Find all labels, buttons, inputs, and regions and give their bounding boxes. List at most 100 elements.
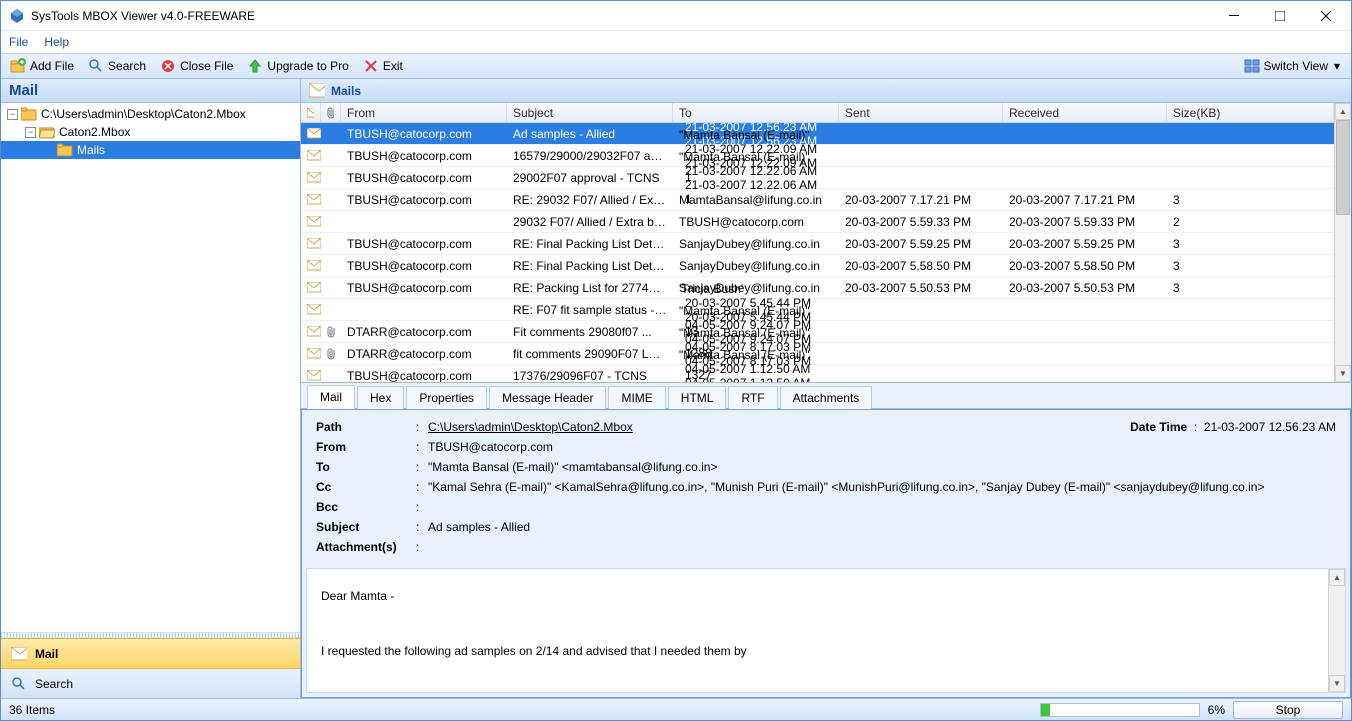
from-value: TBUSH@catocorp.com <box>428 440 1336 454</box>
col-received[interactable]: Received <box>1003 103 1167 122</box>
col-size[interactable]: Size(KB) <box>1167 103 1334 122</box>
cell-sent: 20-03-2007 5.59.33 PM <box>839 215 1003 229</box>
search-button[interactable]: Search <box>83 56 151 76</box>
table-row[interactable]: 29032 F07/ Allied / Extra butt...TBUSH@c… <box>301 211 1334 233</box>
main-header: Mails <box>301 79 1351 103</box>
col-sent[interactable]: Sent <box>839 103 1003 122</box>
attach-label: Attachment(s) <box>316 540 416 554</box>
app-icon <box>9 8 25 24</box>
to-value: "Mamta Bansal (E-mail)" <mamtabansal@lif… <box>428 460 1336 474</box>
mail-body: Dear Mamta - I requested the following a… <box>307 569 1328 692</box>
tab-html[interactable]: HTML <box>668 386 727 409</box>
cell-received: 20-03-2007 5.59.33 PM <box>1003 215 1167 229</box>
tab-properties[interactable]: Properties <box>406 386 487 409</box>
tab-message-header[interactable]: Message Header <box>489 386 606 409</box>
cell-received: 21-03-2007 12.22.06 AM <box>679 178 839 192</box>
grid-scrollbar[interactable]: ▲ ▼ <box>1334 103 1351 382</box>
body-scrollbar[interactable]: ▲ ▼ <box>1328 569 1345 692</box>
cell-to: SanjayDubey@lifung.co.in <box>673 259 839 273</box>
attach-value <box>428 540 1336 554</box>
switch-view-button[interactable]: Switch View▾ <box>1239 56 1347 76</box>
nav-mail[interactable]: Mail <box>1 638 300 668</box>
cell-received: 20-03-2007 5.50.53 PM <box>1003 281 1167 295</box>
tab-rtf[interactable]: RTF <box>728 386 777 409</box>
progress-bar <box>1040 703 1200 717</box>
menu-help[interactable]: Help <box>44 35 69 49</box>
detail-datetime: Date Time : 21-03-2007 12.56.23 AM <box>1130 420 1336 434</box>
table-row[interactable]: TBUSH@catocorp.comRE: Final Packing List… <box>301 255 1334 277</box>
cell-subject: RE: Final Packing List Detail f... <box>507 259 673 273</box>
cell-subject: Fit comments 29080f07 ... <box>507 325 673 339</box>
tab-mime[interactable]: MIME <box>608 386 665 409</box>
mail-icon <box>301 238 321 249</box>
menu-file[interactable]: File <box>9 35 28 49</box>
switch-view-icon <box>1244 58 1260 74</box>
subject-label: Subject <box>316 520 416 534</box>
folder-tree[interactable]: − C:\Users\admin\Desktop\Caton2.Mbox − C… <box>1 103 300 632</box>
cell-received: 20-03-2007 5.58.50 PM <box>1003 259 1167 273</box>
close-file-button[interactable]: Close File <box>155 56 238 76</box>
upgrade-button[interactable]: Upgrade to Pro <box>242 56 353 76</box>
tree-mails[interactable]: Mails <box>1 141 300 159</box>
cell-sent: 04-05-2007 1.12.50 AM <box>679 362 839 376</box>
mail-grid[interactable]: From Subject To Sent Received Size(KB) T… <box>301 103 1334 382</box>
close-button[interactable] <box>1303 1 1349 31</box>
folder-open-icon <box>39 125 55 139</box>
cell-subject: 17376/29096F07 - TCNS <box>507 369 673 383</box>
cell-size: 3 <box>1167 259 1334 273</box>
exit-icon <box>363 58 379 74</box>
tree-root[interactable]: − C:\Users\admin\Desktop\Caton2.Mbox <box>1 105 300 123</box>
cell-received: 20-03-2007 5.59.25 PM <box>1003 237 1167 251</box>
table-row[interactable]: TBUSH@catocorp.comRE: Final Packing List… <box>301 233 1334 255</box>
add-file-button[interactable]: Add File <box>5 56 79 76</box>
scroll-thumb[interactable] <box>1336 120 1350 215</box>
tab-attachments[interactable]: Attachments <box>780 386 873 409</box>
cell-from: DTARR@catocorp.com <box>341 347 507 361</box>
exit-button[interactable]: Exit <box>358 56 408 76</box>
tab-mail[interactable]: Mail <box>307 385 355 409</box>
nav-search[interactable]: Search <box>1 668 300 698</box>
scroll-up-icon[interactable]: ▲ <box>1329 569 1345 586</box>
cell-from: TBUSH@catocorp.com <box>341 281 507 295</box>
mail-icon <box>301 194 321 205</box>
status-items: 36 Items <box>9 703 55 717</box>
collapse-icon[interactable]: − <box>7 109 18 120</box>
table-row[interactable]: TBUSH@catocorp.com17376/29096F07 - TCNS"… <box>301 365 1334 382</box>
upgrade-icon <box>247 58 263 74</box>
table-row[interactable]: TBUSH@catocorp.comRE: 29032 F07/ Allied … <box>301 189 1334 211</box>
mail-icon <box>301 304 321 315</box>
collapse-icon[interactable]: − <box>25 127 36 138</box>
tab-hex[interactable]: Hex <box>357 386 404 409</box>
progress-percent: 6% <box>1208 703 1225 717</box>
cell-subject: 29002F07 approval - TCNS <box>507 171 673 185</box>
cell-from: TBUSH@catocorp.com <box>341 237 507 251</box>
cell-from: TBUSH@catocorp.com <box>341 171 507 185</box>
scroll-down-icon[interactable]: ▼ <box>1335 365 1351 382</box>
tree-mbox[interactable]: − Caton2.Mbox <box>1 123 300 141</box>
maximize-button[interactable] <box>1257 1 1303 31</box>
mail-icon <box>301 370 321 381</box>
cell-from: TBUSH@catocorp.com <box>341 369 507 383</box>
sidebar: Mail − C:\Users\admin\Desktop\Caton2.Mbo… <box>1 79 301 698</box>
status-bar: 36 Items 6% Stop <box>1 698 1351 720</box>
table-row[interactable]: TBUSH@catocorp.com29002F07 approval - TC… <box>301 167 1334 189</box>
scroll-down-icon[interactable]: ▼ <box>1329 675 1345 692</box>
cell-from: TBUSH@catocorp.com <box>341 259 507 273</box>
stop-button[interactable]: Stop <box>1233 701 1343 719</box>
add-file-icon <box>10 58 26 74</box>
mail-icon <box>301 260 321 271</box>
col-icon[interactable] <box>301 103 321 122</box>
cell-sent: 20-03-2007 5.59.25 PM <box>839 237 1003 251</box>
close-file-icon <box>160 58 176 74</box>
toolbar: Add File Search Close File Upgrade to Pr… <box>1 53 1351 79</box>
col-attachment[interactable] <box>321 103 341 122</box>
cc-value: "Kamal Sehra (E-mail)" <KamalSehra@lifun… <box>428 480 1336 494</box>
col-from[interactable]: From <box>341 103 507 122</box>
main-panel: Mails From Subject To Sent Received Size… <box>301 79 1351 698</box>
minimize-button[interactable] <box>1211 1 1257 31</box>
col-to[interactable]: To <box>673 103 839 122</box>
scroll-up-icon[interactable]: ▲ <box>1335 103 1351 120</box>
folder-icon <box>21 107 37 121</box>
cell-subject: RE: F07 fit sample status - All... <box>507 303 673 317</box>
col-subject[interactable]: Subject <box>507 103 673 122</box>
